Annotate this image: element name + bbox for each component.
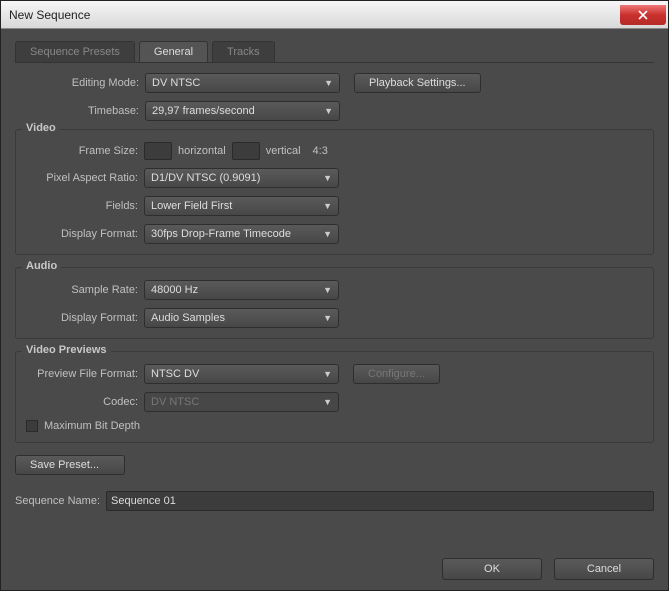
timebase-row: Timebase: 29,97 frames/second ▼ <box>15 101 654 121</box>
editing-mode-dropdown[interactable]: DV NTSC ▼ <box>145 73 340 93</box>
editing-mode-value: DV NTSC <box>152 77 200 89</box>
fields-row: Fields: Lower Field First ▼ <box>26 196 643 216</box>
pixel-aspect-row: Pixel Aspect Ratio: D1/DV NTSC (0.9091) … <box>26 168 643 188</box>
playback-settings-button[interactable]: Playback Settings... <box>354 73 481 93</box>
save-preset-row: Save Preset... <box>15 455 654 475</box>
previews-legend: Video Previews <box>22 344 111 356</box>
dialog-content: Sequence Presets General Tracks Editing … <box>1 29 668 590</box>
max-bit-depth-label: Maximum Bit Depth <box>44 420 140 432</box>
frame-size-row: Frame Size: horizontal vertical 4:3 <box>26 142 643 160</box>
chevron-down-icon: ▼ <box>323 229 332 239</box>
video-display-format-dropdown[interactable]: 30fps Drop-Frame Timecode ▼ <box>144 224 339 244</box>
vertical-label: vertical <box>266 145 301 157</box>
chevron-down-icon: ▼ <box>324 106 333 116</box>
video-legend: Video <box>22 122 60 134</box>
configure-button: Configure... <box>353 364 440 384</box>
preview-format-label: Preview File Format: <box>26 368 144 380</box>
chevron-down-icon: ▼ <box>323 369 332 379</box>
frame-size-label: Frame Size: <box>26 145 144 157</box>
aspect-ratio-text: 4:3 <box>313 145 328 157</box>
max-bit-depth-row: Maximum Bit Depth <box>26 420 643 432</box>
previews-fieldset: Video Previews Preview File Format: NTSC… <box>15 351 654 443</box>
video-fieldset: Video Frame Size: horizontal vertical 4:… <box>15 129 654 255</box>
sample-rate-row: Sample Rate: 48000 Hz ▼ <box>26 280 643 300</box>
codec-dropdown: DV NTSC ▼ <box>144 392 339 412</box>
close-button[interactable] <box>620 5 666 25</box>
codec-value: DV NTSC <box>151 396 199 408</box>
editing-mode-row: Editing Mode: DV NTSC ▼ Playback Setting… <box>15 73 654 93</box>
codec-row: Codec: DV NTSC ▼ <box>26 392 643 412</box>
titlebar-buttons <box>620 5 668 25</box>
dialog-window: New Sequence Sequence Presets General Tr… <box>0 0 669 591</box>
tab-row: Sequence Presets General Tracks <box>15 41 654 63</box>
frame-width-input[interactable] <box>144 142 172 160</box>
chevron-down-icon: ▼ <box>323 285 332 295</box>
titlebar: New Sequence <box>1 1 668 29</box>
chevron-down-icon: ▼ <box>324 78 333 88</box>
timebase-value: 29,97 frames/second <box>152 105 255 117</box>
chevron-down-icon: ▼ <box>323 397 332 407</box>
save-preset-button[interactable]: Save Preset... <box>15 455 125 475</box>
ok-button[interactable]: OK <box>442 558 542 580</box>
preview-format-row: Preview File Format: NTSC DV ▼ Configure… <box>26 364 643 384</box>
audio-display-format-label: Display Format: <box>26 312 144 324</box>
video-display-format-row: Display Format: 30fps Drop-Frame Timecod… <box>26 224 643 244</box>
tab-tracks[interactable]: Tracks <box>212 41 275 62</box>
pixel-aspect-label: Pixel Aspect Ratio: <box>26 172 144 184</box>
fields-value: Lower Field First <box>151 200 232 212</box>
max-bit-depth-checkbox[interactable] <box>26 420 38 432</box>
window-title: New Sequence <box>9 8 90 22</box>
audio-display-format-value: Audio Samples <box>151 312 225 324</box>
frame-height-input[interactable] <box>232 142 260 160</box>
preview-format-dropdown[interactable]: NTSC DV ▼ <box>144 364 339 384</box>
audio-display-format-dropdown[interactable]: Audio Samples ▼ <box>144 308 339 328</box>
video-display-format-label: Display Format: <box>26 228 144 240</box>
sequence-name-row: Sequence Name: <box>15 491 654 511</box>
dialog-buttons: OK Cancel <box>15 558 654 580</box>
chevron-down-icon: ▼ <box>323 313 332 323</box>
timebase-dropdown[interactable]: 29,97 frames/second ▼ <box>145 101 340 121</box>
audio-fieldset: Audio Sample Rate: 48000 Hz ▼ Display Fo… <box>15 267 654 339</box>
sample-rate-dropdown[interactable]: 48000 Hz ▼ <box>144 280 339 300</box>
timebase-label: Timebase: <box>15 105 145 117</box>
close-icon <box>638 10 648 20</box>
video-display-format-value: 30fps Drop-Frame Timecode <box>151 228 291 240</box>
tab-sequence-presets[interactable]: Sequence Presets <box>15 41 135 62</box>
sequence-name-input[interactable] <box>106 491 654 511</box>
fields-label: Fields: <box>26 200 144 212</box>
cancel-button[interactable]: Cancel <box>554 558 654 580</box>
pixel-aspect-value: D1/DV NTSC (0.9091) <box>151 172 260 184</box>
sample-rate-label: Sample Rate: <box>26 284 144 296</box>
chevron-down-icon: ▼ <box>323 201 332 211</box>
audio-legend: Audio <box>22 260 61 272</box>
preview-format-value: NTSC DV <box>151 368 199 380</box>
horizontal-label: horizontal <box>178 145 226 157</box>
sample-rate-value: 48000 Hz <box>151 284 198 296</box>
fields-dropdown[interactable]: Lower Field First ▼ <box>144 196 339 216</box>
pixel-aspect-dropdown[interactable]: D1/DV NTSC (0.9091) ▼ <box>144 168 339 188</box>
codec-label: Codec: <box>26 396 144 408</box>
audio-display-format-row: Display Format: Audio Samples ▼ <box>26 308 643 328</box>
editing-mode-label: Editing Mode: <box>15 77 145 89</box>
tab-general[interactable]: General <box>139 41 208 62</box>
sequence-name-label: Sequence Name: <box>15 495 106 507</box>
chevron-down-icon: ▼ <box>323 173 332 183</box>
